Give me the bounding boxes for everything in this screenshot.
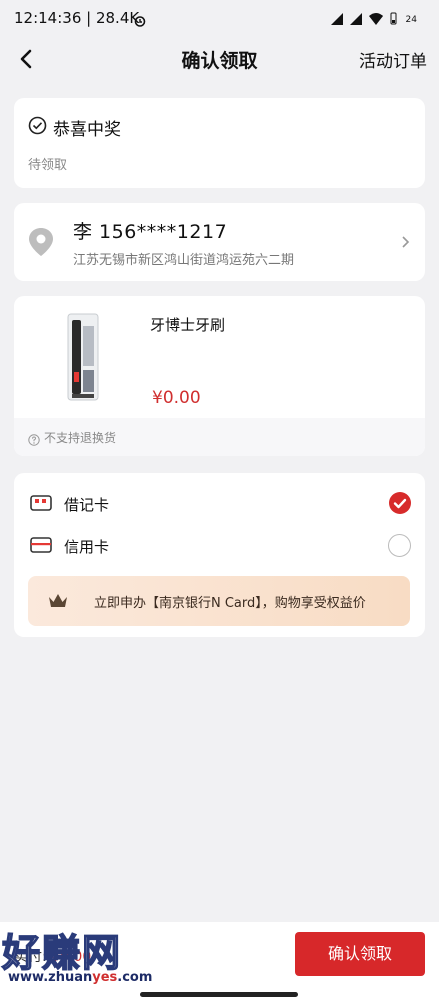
debit-card-icon	[30, 494, 52, 516]
promo-text: 立即申办【南京银行N Card】，购物享受权益价	[94, 596, 366, 611]
prize-title: 恭喜中奖	[53, 120, 121, 140]
prize-status-card: 恭喜中奖 待领取	[14, 98, 425, 188]
question-circle-icon	[28, 431, 40, 450]
radio-unchecked-icon[interactable]	[388, 534, 411, 557]
payment-option-label: 借记卡	[64, 496, 110, 514]
paid-amount: ¥0.00	[51, 949, 92, 965]
product-card: 牙博士牙刷 ¥0.00 不支持退换货	[14, 296, 425, 456]
status-icons: 24	[330, 10, 417, 29]
address-card[interactable]: 李 156****1217 江苏无锡市新区鸿山街道鸿运苑六二期	[14, 203, 425, 281]
check-circle-icon	[28, 116, 47, 139]
activity-orders-link[interactable]: 活动订单	[359, 47, 427, 72]
address-detail: 江苏无锡市新区鸿山街道鸿运苑六二期	[73, 253, 295, 268]
payment-option-label: 信用卡	[64, 538, 110, 556]
payment-option-credit[interactable]: 信用卡	[14, 526, 425, 566]
bottom-bar: 实付: ¥0.00 确认领取	[0, 922, 439, 1000]
alarm-icon	[134, 12, 146, 31]
prize-status-text: 待领取	[28, 158, 68, 173]
credit-card-icon	[30, 536, 52, 558]
battery-level: 24	[405, 14, 417, 25]
bank-card-promo-banner[interactable]: 立即申办【南京银行N Card】，购物享受权益价	[28, 576, 410, 626]
crown-icon	[48, 593, 68, 613]
radio-checked-icon[interactable]	[389, 492, 411, 514]
location-pin-icon	[28, 227, 54, 261]
wifi-icon	[368, 10, 383, 29]
payment-card: 借记卡 信用卡 立即申办【南京银行N Card】，购物享受权益价	[14, 473, 425, 637]
product-price: ¥0.00	[152, 388, 201, 408]
paid-label: 实付:	[14, 949, 47, 965]
home-indicator[interactable]	[140, 992, 298, 997]
product-image	[54, 312, 112, 402]
return-policy-note: 不支持退换货	[14, 418, 425, 456]
payment-option-debit[interactable]: 借记卡	[14, 484, 425, 524]
battery-icon	[390, 10, 397, 29]
chevron-right-icon	[401, 234, 411, 253]
paid-total: 实付: ¥0.00	[14, 946, 91, 966]
confirm-claim-button[interactable]: 确认领取	[295, 932, 425, 976]
status-time: 12:14:36 | 28.4K	[14, 9, 140, 27]
prize-title-row: 恭喜中奖	[28, 115, 121, 140]
status-bar: 12:14:36 | 28.4K 24	[0, 0, 439, 36]
signal-icon	[330, 10, 343, 29]
return-policy-text: 不支持退换货	[44, 431, 117, 445]
signal-icon-2	[349, 10, 362, 29]
product-name: 牙博士牙刷	[150, 316, 226, 334]
recipient-info: 李 156****1217	[73, 221, 228, 243]
nav-bar: 确认领取 活动订单	[0, 36, 439, 82]
